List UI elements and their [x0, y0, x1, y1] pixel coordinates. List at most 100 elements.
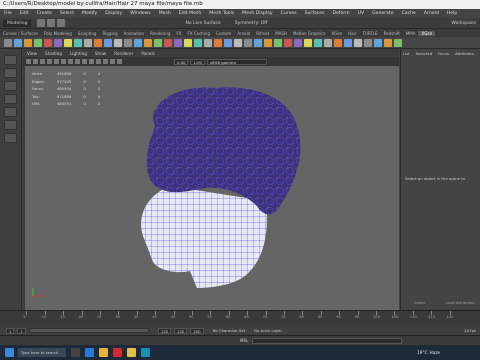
panel-menu-show[interactable]: Show — [91, 51, 110, 56]
camera-attributes-icon[interactable] — [33, 59, 38, 64]
shelf-tool-icon[interactable] — [234, 38, 242, 47]
menu-select[interactable]: Select — [56, 9, 78, 18]
workspace-dropdown[interactable]: Workspace — [451, 21, 476, 26]
file-explorer-icon[interactable] — [127, 348, 136, 357]
shelf-tool-icon[interactable] — [364, 38, 372, 47]
shelf-tool-icon[interactable] — [74, 38, 82, 47]
shelf-tool-icon[interactable] — [224, 38, 232, 47]
edge-icon[interactable] — [85, 348, 94, 357]
exposure-field[interactable]: 0.00 — [174, 58, 189, 65]
opera-icon[interactable] — [113, 348, 122, 357]
menu-mesh-tools[interactable]: Mesh Tools — [205, 9, 238, 18]
shelf-tool-icon[interactable] — [244, 38, 252, 47]
shelf-tool-icon[interactable] — [104, 38, 112, 47]
menu-surfaces[interactable]: Surfaces — [301, 9, 329, 18]
shelf-tab-mma[interactable]: MMA — [403, 31, 419, 36]
grid-icon[interactable] — [54, 59, 59, 64]
menu-modify[interactable]: Modify — [78, 9, 101, 18]
panel-menu-lighting[interactable]: Lighting — [66, 51, 91, 56]
shelf-tool-icon[interactable] — [4, 38, 12, 47]
image-plane-icon[interactable] — [47, 59, 52, 64]
task-view-icon[interactable] — [71, 348, 80, 357]
channel-tab-list[interactable]: List — [400, 51, 413, 56]
menu-generate[interactable]: Generate — [368, 9, 397, 18]
shelf-tool-icon[interactable] — [254, 38, 262, 47]
shelf-tab-rigging[interactable]: Rigging — [99, 31, 120, 36]
shelf-tab-poly-modeling[interactable]: Poly Modeling — [41, 31, 75, 36]
anim-layer-dropdown[interactable]: No Anim Layer — [254, 328, 282, 333]
menu-mesh[interactable]: Mesh — [155, 9, 175, 18]
menu-edit[interactable]: Edit — [16, 9, 33, 18]
menu-mesh-display[interactable]: Mesh Display — [238, 9, 277, 18]
start-time-field[interactable]: 1 — [6, 327, 15, 334]
camera-icon[interactable] — [26, 59, 31, 64]
menu-windows[interactable]: Windows — [126, 9, 155, 18]
shelf-tab-mash[interactable]: MASH — [272, 31, 290, 36]
shelf-tool-icon[interactable] — [94, 38, 102, 47]
layout-icon[interactable] — [4, 133, 17, 143]
shelf-tool-icon[interactable] — [34, 38, 42, 47]
shelf-tool-icon[interactable] — [204, 38, 212, 47]
playback-start-field[interactable]: 1 — [17, 327, 26, 334]
end-time-field[interactable]: 120 — [174, 327, 188, 334]
shelf-tool-icon[interactable] — [174, 38, 182, 47]
xray-icon[interactable] — [110, 59, 115, 64]
shelf-tool-icon[interactable] — [394, 38, 402, 47]
shelf-tool-icon[interactable] — [164, 38, 172, 47]
shelf-tool-icon[interactable] — [314, 38, 322, 47]
shelf-tab-sculpting[interactable]: Sculpting — [75, 31, 100, 36]
shelf-tool-icon[interactable] — [194, 38, 202, 47]
shelf-tool-icon[interactable] — [184, 38, 192, 47]
windows-start-icon[interactable] — [5, 348, 14, 357]
shelf-tool-icon[interactable] — [264, 38, 272, 47]
range-slider[interactable] — [28, 328, 149, 333]
symmetry-dropdown[interactable]: Symmetry: Off — [235, 21, 268, 26]
shelf-tool-icon[interactable] — [14, 38, 22, 47]
weather-temp[interactable]: 19°C — [417, 350, 427, 355]
shelf-tool-icon[interactable] — [344, 38, 352, 47]
select-tool-icon[interactable] — [4, 55, 17, 65]
new-scene-icon[interactable] — [37, 19, 46, 27]
move-tool-icon[interactable] — [4, 94, 17, 104]
shelf-tool-icon[interactable] — [134, 38, 142, 47]
menu-deform[interactable]: Deform — [329, 9, 354, 18]
menu-uv[interactable]: UV — [354, 9, 369, 18]
menu-arnold[interactable]: Arnold — [420, 9, 443, 18]
shelf-tab-xgen[interactable]: XGen — [328, 31, 345, 36]
weather-condition[interactable]: Haze — [430, 350, 441, 355]
wireframe-icon[interactable] — [75, 59, 80, 64]
textured-icon[interactable] — [89, 59, 94, 64]
resolution-gate-icon[interactable] — [68, 59, 73, 64]
shelf-tool-icon[interactable] — [304, 38, 312, 47]
lasso-tool-icon[interactable] — [4, 68, 17, 78]
open-scene-icon[interactable] — [47, 19, 56, 27]
panel-menu-shading[interactable]: Shading — [41, 51, 66, 56]
maya-icon[interactable] — [141, 348, 150, 357]
live-surface[interactable]: No Live Surface — [185, 21, 220, 26]
chrome-icon[interactable] — [99, 348, 108, 357]
fps-dropdown[interactable]: 24 fps — [464, 328, 476, 333]
shelf-tab-custom[interactable]: Custom — [213, 31, 234, 36]
smooth-shade-icon[interactable] — [82, 59, 87, 64]
shelf-tab-xgen[interactable]: XGen — [418, 30, 436, 36]
animation-end-field[interactable]: 200 — [190, 327, 204, 334]
shelf-tool-icon[interactable] — [334, 38, 342, 47]
menu-display[interactable]: Display — [101, 9, 126, 18]
panel-menu-renderer[interactable]: Renderer — [110, 51, 137, 56]
shelf-tab-arnold[interactable]: Arnold — [234, 31, 253, 36]
channel-tab-focus[interactable]: Focus — [435, 51, 452, 56]
save-scene-icon[interactable] — [57, 19, 66, 27]
load-attributes-button[interactable]: Load Attributes — [440, 300, 480, 308]
menu-cache[interactable]: Cache — [398, 9, 420, 18]
shelf-tool-icon[interactable] — [154, 38, 162, 47]
time-slider[interactable]: 5 10 15 20 25 30 35 40 45 50 55 60 65 70 75 80 85 90 95 100… — [0, 310, 480, 326]
taskbar-search[interactable]: Type here to search — [18, 348, 66, 357]
playback-end-field[interactable]: 120 — [157, 327, 172, 334]
shelf-tool-icon[interactable] — [64, 38, 72, 47]
shelf-tab-turtle[interactable]: TURTLE — [360, 31, 381, 36]
menu-help[interactable]: Help — [443, 9, 461, 18]
shelf-tab-hair[interactable]: Hair — [345, 31, 359, 36]
shelf-tool-icon[interactable] — [374, 38, 382, 47]
menu-create[interactable]: Create — [33, 9, 56, 18]
select-button[interactable]: Select — [400, 300, 440, 308]
